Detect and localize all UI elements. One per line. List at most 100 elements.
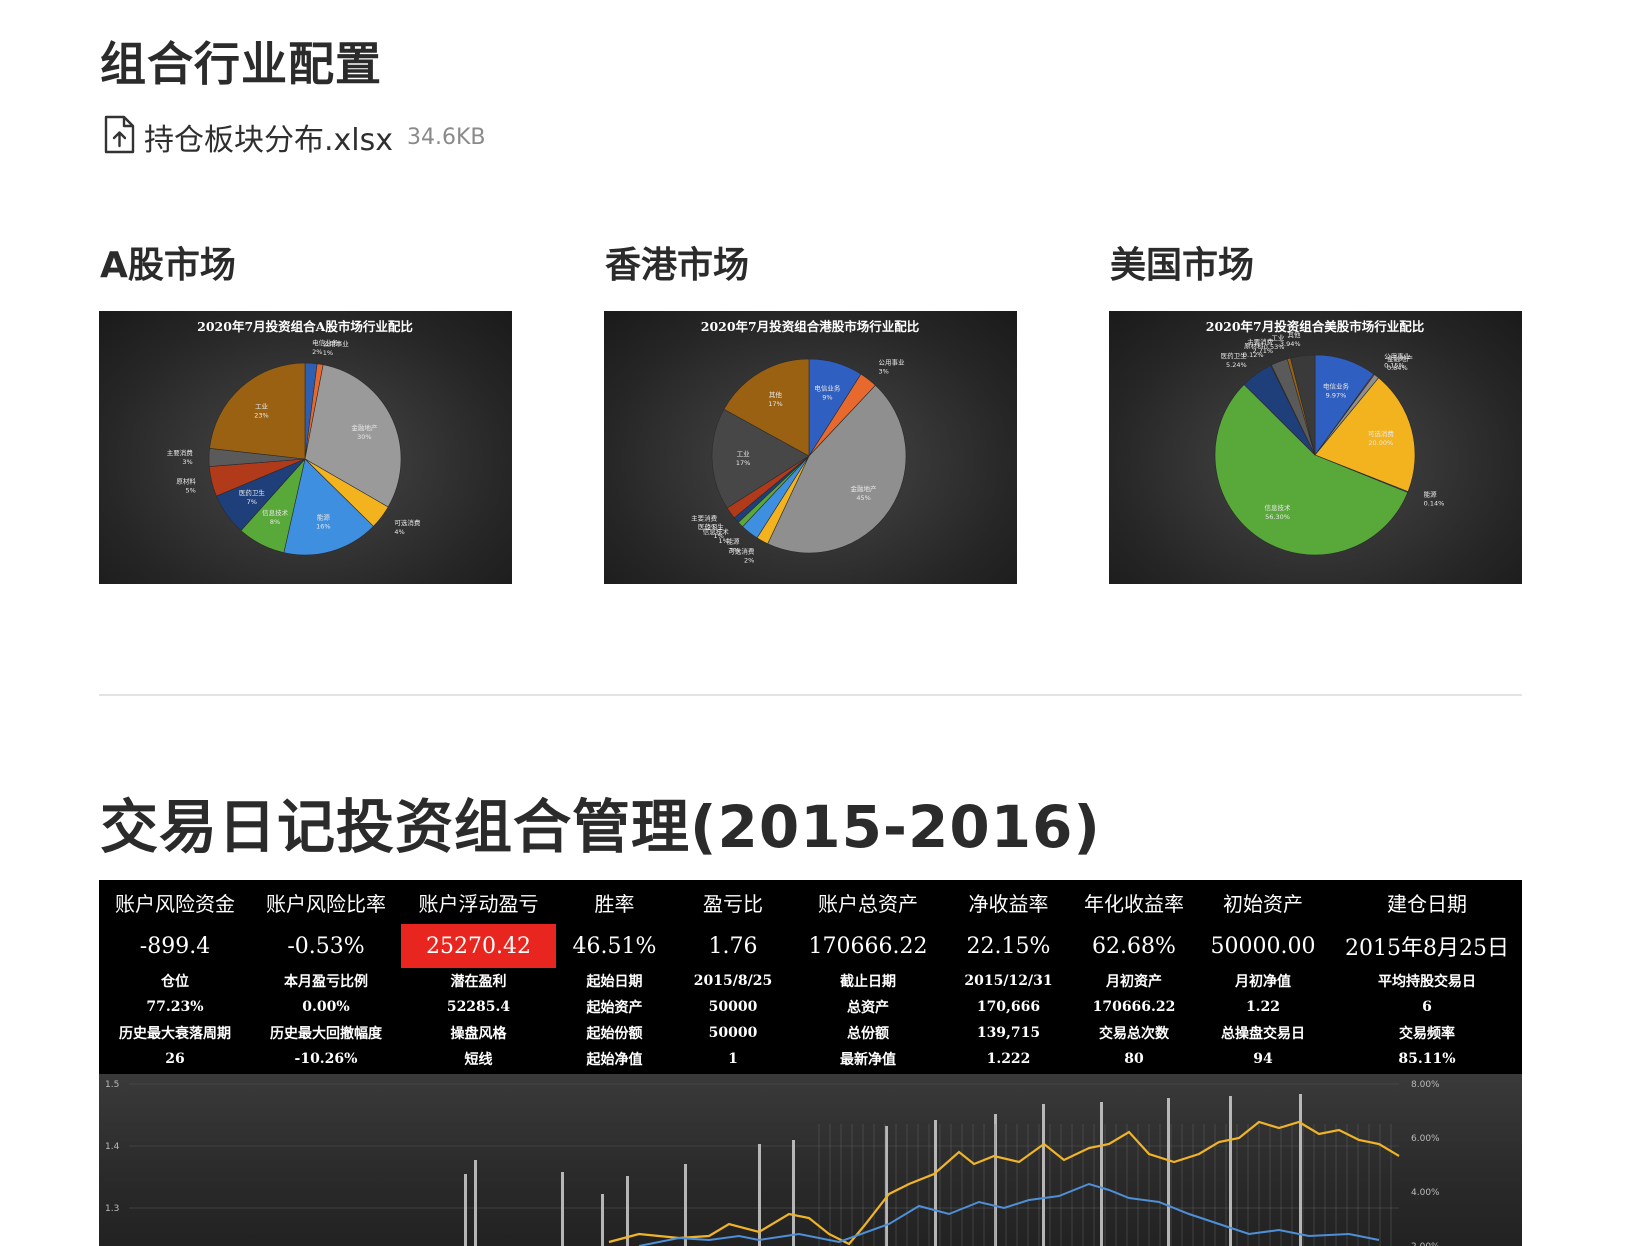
- stats-cell: 1.22: [1245, 999, 1281, 1015]
- pie-slice-pct: 2%: [312, 348, 322, 356]
- volume-bar: [934, 1120, 937, 1246]
- volume-bar: [885, 1126, 888, 1246]
- market-title-a: A股市场: [100, 245, 236, 286]
- stats-cell: 起始日期: [586, 974, 643, 990]
- stats-cell: 账户浮动盈亏: [418, 891, 539, 916]
- return-line-yellow: [608, 1120, 1400, 1246]
- stats-cell: 建仓日期: [1387, 891, 1467, 916]
- stats-cell: -0.53%: [287, 933, 365, 959]
- volume-bar: [994, 1114, 997, 1246]
- pie-slice-pct: 56.30%: [1265, 513, 1290, 521]
- stats-cell: 历史最大回撤幅度: [270, 1026, 382, 1042]
- y-right-tick: 4.00%: [1411, 1188, 1440, 1198]
- pie-slice-label: 金融地产: [851, 484, 878, 493]
- stats-cell: 0.00%: [302, 999, 350, 1015]
- stats-cell: 总资产: [847, 1000, 889, 1016]
- pie-slice-pct: 0.84%: [1387, 364, 1408, 372]
- pie-slice-label: 信息技术: [1265, 503, 1292, 512]
- volume-bar: [561, 1172, 564, 1246]
- pie-slice-label: 主要消费: [691, 514, 718, 523]
- pie-slice-pct: 20.00%: [1368, 439, 1393, 447]
- stats-cell: 历史最大衰落周期: [119, 1026, 231, 1042]
- stats-cell: 46.51%: [572, 933, 657, 959]
- stats-cell: 截止日期: [840, 974, 896, 990]
- pie-slice-label: 医药卫生: [239, 488, 265, 497]
- volume-bar: [1167, 1098, 1170, 1246]
- pie-slice-label: 其他: [1288, 330, 1302, 339]
- pie-chart-us[interactable]: 2020年7月投资组合美股市场行业配比 电信业务 9.97% 公用事业 0.15% 金融地…: [1109, 311, 1522, 584]
- stats-cell: 80: [1124, 1051, 1144, 1067]
- pie-slice-pct: 5.24%: [1226, 361, 1247, 369]
- stats-cell: 账户总资产: [818, 891, 918, 916]
- stats-cell: 1: [728, 1051, 738, 1067]
- pie-slice-label: 电信业务: [1323, 381, 1350, 390]
- page-title: 组合行业配置: [100, 37, 382, 91]
- stats-cell: 交易总次数: [1099, 1026, 1169, 1042]
- pie-slice-label: 信息技术: [262, 508, 289, 517]
- stats-cell: 潜在盈利: [450, 974, 507, 990]
- file-name[interactable]: 持仓板块分布.xlsx: [144, 115, 393, 159]
- stats-cell: 25270.42: [401, 924, 556, 968]
- pie-slice-pct: 1%: [323, 349, 333, 357]
- stats-cell: 52285.4: [446, 999, 511, 1015]
- pie-slice-pct: 2%: [707, 524, 717, 532]
- stats-row: 26 -10.26% 短线 起始净值 1 最新净值 1.222 80 94 85.11%: [99, 1046, 1522, 1072]
- pie-slice-label: 其他: [769, 390, 783, 399]
- stats-cell: 77.23%: [146, 999, 204, 1015]
- pie-slice-label: 主要消费: [167, 448, 194, 457]
- stats-cell: 平均持股交易日: [1378, 974, 1476, 990]
- pie-slice-pct: 3%: [879, 367, 889, 375]
- stats-cell: 170666.22: [808, 933, 928, 959]
- stats-cell: 总份额: [847, 1026, 889, 1042]
- volume-bar: [792, 1140, 795, 1246]
- stats-cell: 170,666: [976, 999, 1041, 1015]
- y-left-tick: 1.5: [105, 1080, 119, 1090]
- stats-cell: 交易频率: [1399, 1026, 1455, 1042]
- y-right-tick: 8.00%: [1411, 1080, 1440, 1090]
- market-title-hk: 香港市场: [605, 245, 750, 286]
- stats-row: -899.4 -0.53% 25270.42 46.51% 1.76 170666.22 2…: [99, 924, 1522, 968]
- stats-row: 77.23% 0.00% 52285.4 起始资产 50000 总资产 170,666 170…: [99, 994, 1522, 1020]
- volume-bar: [474, 1160, 477, 1246]
- file-attachment[interactable]: 持仓板块分布.xlsx 34.6KB: [102, 112, 486, 162]
- stats-cell: -10.26%: [294, 1051, 358, 1067]
- trading-journal-image[interactable]: 账户风险资金 账户风险比率 账户浮动盈亏 胜率 盈亏比 账户总资产 净收益率 年化收益率 初始资…: [99, 880, 1522, 1246]
- pie-slice-pct: 0.14%: [1424, 499, 1445, 507]
- stats-cell: 净收益率: [968, 891, 1049, 916]
- pie-slice-label: 金融地产: [1387, 354, 1414, 363]
- pie-slice-pct: 16%: [316, 523, 330, 531]
- pie-slice-pct: 45%: [856, 494, 870, 502]
- pie-slice-pct: 1%: [714, 532, 724, 540]
- stats-cell: 最新净值: [840, 1052, 896, 1068]
- pie-slice-label: 公用事业: [879, 357, 906, 366]
- pie-slice-label: 能源: [317, 513, 331, 522]
- stats-cell: 起始净值: [586, 1052, 643, 1068]
- stats-cell: 1.222: [986, 1051, 1031, 1067]
- pie-slice-pct: 9.97%: [1326, 391, 1347, 399]
- pie-slice-pct: 30%: [357, 433, 371, 441]
- pie-chart-a[interactable]: 2020年7月投资组合A股市场行业配比 电信业务 2% 公用事业 1% 金融地产 30% 可选…: [99, 311, 512, 584]
- stats-cell: 26: [165, 1051, 185, 1067]
- stats-cell: 2015/12/31: [964, 973, 1053, 989]
- stats-cell: 起始份额: [586, 1026, 643, 1042]
- volume-bar: [464, 1174, 467, 1246]
- stats-cell: 94: [1253, 1051, 1273, 1067]
- pie-slice-label: 公用事业: [323, 339, 350, 348]
- y-right-tick: 2.00%: [1411, 1242, 1440, 1246]
- stats-cell: 1.76: [708, 933, 758, 959]
- stats-cell: 胜率: [594, 891, 635, 916]
- pie-title: 2020年7月投资组合A股市场行业配比: [197, 319, 413, 334]
- pie-slice-pct: 23%: [254, 411, 268, 419]
- stats-cell: 月初资产: [1106, 974, 1162, 990]
- journal-title: 交易日记投资组合管理(2015-2016): [100, 793, 1101, 861]
- stats-cell: 账户风险比率: [266, 891, 386, 916]
- stats-cell: 操盘风格: [450, 1026, 507, 1042]
- pie-chart-hk[interactable]: 2020年7月投资组合港股市场行业配比 电信业务 9% 公用事业 3% 金融地产 45% 可选…: [604, 311, 1017, 584]
- pie-slice-label: 金融地产: [351, 423, 378, 432]
- stats-cell: 170666.22: [1092, 999, 1176, 1015]
- pie-slice-label: 可选消费: [394, 518, 421, 527]
- nav-line-blue: [638, 1182, 1380, 1246]
- stats-cell: 50000: [708, 999, 758, 1015]
- pie-slice-label: 工业: [255, 401, 269, 410]
- pie-slice-pct: 17%: [768, 400, 782, 408]
